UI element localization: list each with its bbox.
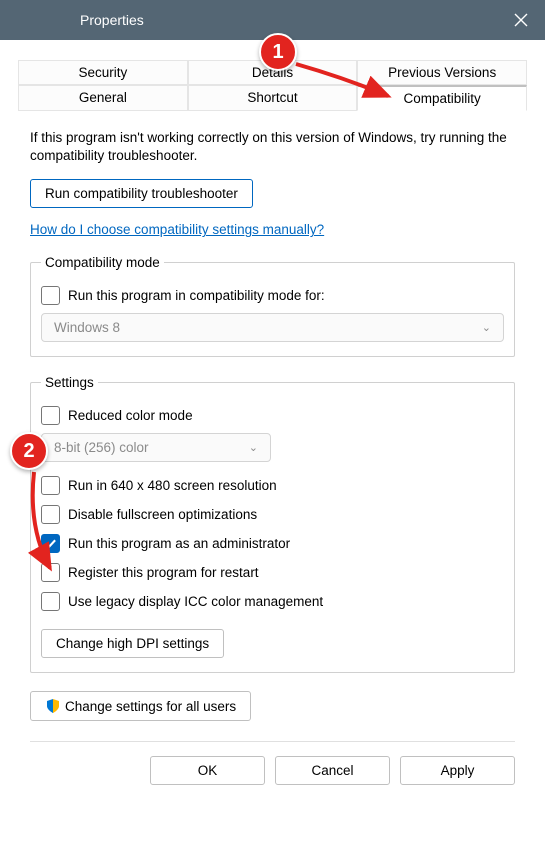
close-icon (514, 13, 528, 27)
legacy-icc-checkbox[interactable] (41, 592, 60, 611)
close-button[interactable] (497, 0, 545, 40)
disable-fullscreen-label: Disable fullscreen optimizations (68, 507, 257, 522)
compat-mode-select: Windows 8 ⌄ (41, 313, 504, 342)
settings-legend: Settings (41, 375, 98, 390)
compat-mode-label: Run this program in compatibility mode f… (68, 288, 325, 303)
annotation-badge-1: 1 (259, 33, 297, 71)
compat-mode-group: Compatibility mode Run this program in c… (30, 255, 515, 357)
color-mode-value: 8-bit (256) color (54, 440, 149, 455)
chevron-down-icon: ⌄ (482, 321, 491, 334)
run-640-label: Run in 640 x 480 screen resolution (68, 478, 277, 493)
legacy-icc-label: Use legacy display ICC color management (68, 594, 323, 609)
run-troubleshooter-button[interactable]: Run compatibility troubleshooter (30, 179, 253, 208)
tab-general[interactable]: General (18, 85, 188, 111)
apply-button[interactable]: Apply (400, 756, 515, 785)
annotation-badge-2: 2 (10, 432, 48, 470)
change-all-users-label: Change settings for all users (65, 699, 236, 714)
reduced-color-label: Reduced color mode (68, 408, 193, 423)
annotation-arrow-1 (290, 58, 400, 108)
shield-icon (45, 698, 61, 714)
annotation-arrow-2 (24, 468, 64, 578)
settings-group: Settings Reduced color mode 8-bit (256) … (30, 375, 515, 673)
compat-mode-legend: Compatibility mode (41, 255, 164, 270)
cancel-button[interactable]: Cancel (275, 756, 390, 785)
chevron-down-icon: ⌄ (249, 441, 258, 454)
window-title: Properties (0, 12, 144, 28)
compat-mode-checkbox[interactable] (41, 286, 60, 305)
color-mode-select: 8-bit (256) color ⌄ (41, 433, 271, 462)
manual-settings-link[interactable]: How do I choose compatibility settings m… (30, 222, 324, 237)
register-restart-label: Register this program for restart (68, 565, 259, 580)
change-dpi-button[interactable]: Change high DPI settings (41, 629, 224, 658)
run-admin-label: Run this program as an administrator (68, 536, 290, 551)
tab-security[interactable]: Security (18, 60, 188, 85)
reduced-color-checkbox[interactable] (41, 406, 60, 425)
compat-mode-select-value: Windows 8 (54, 320, 120, 335)
change-all-users-button[interactable]: Change settings for all users (30, 691, 251, 721)
ok-button[interactable]: OK (150, 756, 265, 785)
intro-text: If this program isn't working correctly … (30, 129, 515, 165)
